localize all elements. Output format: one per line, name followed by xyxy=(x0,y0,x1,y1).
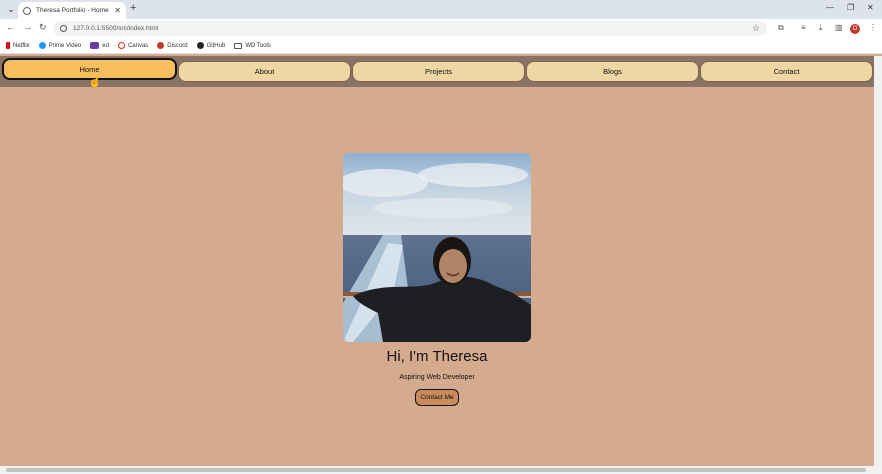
nav-projects[interactable]: Projects xyxy=(352,61,525,82)
profile-photo xyxy=(343,153,531,342)
back-arrow-icon[interactable]: ← xyxy=(6,22,15,32)
bookmark-star-icon[interactable]: ☆ xyxy=(752,23,760,34)
media-controls-icon[interactable]: ≡ xyxy=(801,23,806,32)
profile-photo-illustration xyxy=(343,153,531,342)
nav-contact[interactable]: Contact xyxy=(700,61,873,82)
bookmark-ed[interactable]: ed xyxy=(90,42,109,49)
close-window-icon[interactable]: ✕ xyxy=(867,3,874,12)
side-panel-icon[interactable]: ▥ xyxy=(835,23,843,32)
bookmark-label: GitHub xyxy=(206,42,226,49)
tab-close-icon[interactable]: ✕ xyxy=(114,6,121,15)
tab-search-chevron-icon[interactable]: ⌄ xyxy=(4,3,18,16)
new-tab-button[interactable]: + xyxy=(130,2,136,14)
bookmark-discord[interactable]: Discord xyxy=(157,42,188,49)
horizontal-scrollbar[interactable] xyxy=(0,466,882,474)
bookmark-canvas[interactable]: Canvas xyxy=(117,42,149,49)
prime-video-icon xyxy=(38,42,46,49)
extensions-icon[interactable]: ⧉ xyxy=(778,23,784,33)
bookmark-prime-video[interactable]: Prime Video xyxy=(38,42,82,49)
bookmark-github[interactable]: GitHub xyxy=(196,42,226,49)
downloads-icon[interactable]: ⤓ xyxy=(819,23,823,33)
address-bar[interactable]: 127.0.0.1:5500/src/index.html ☆ xyxy=(53,21,767,36)
scrollbar-thumb[interactable] xyxy=(6,468,866,472)
browser-titlebar: ⌄ Theresa Portfolio - Home ✕ + — ❐ ✕ xyxy=(0,0,882,19)
forward-arrow-icon[interactable]: → xyxy=(23,22,32,32)
nav-about[interactable]: About xyxy=(178,61,351,82)
reload-icon[interactable]: ↻ xyxy=(39,22,47,33)
folder-icon xyxy=(234,42,243,49)
restore-icon[interactable]: ❐ xyxy=(847,3,854,12)
bookmark-label: Prime Video xyxy=(48,42,82,49)
browser-tab[interactable]: Theresa Portfolio - Home ✕ xyxy=(18,2,126,19)
vertical-scrollbar[interactable] xyxy=(874,56,882,466)
ed-icon xyxy=(90,42,100,49)
contact-me-button[interactable]: Contact Me xyxy=(415,389,459,406)
kebab-menu-icon[interactable]: ⋮ xyxy=(869,23,877,32)
tab-title: Theresa Portfolio - Home xyxy=(36,7,109,14)
browser-toolbar: ← → ↻ 127.0.0.1:5500/src/index.html ☆ ⧉ … xyxy=(0,19,882,38)
profile-avatar[interactable]: O xyxy=(850,24,860,34)
bookmarks-bar: Netflix Prime Video ed Canvas Discord Gi… xyxy=(0,38,882,54)
bookmark-wd-tools[interactable]: WD Tools xyxy=(234,42,271,49)
site-navbar: Home About Projects Blogs Contact xyxy=(0,56,882,87)
hand-cursor-icon: ☝ xyxy=(88,76,102,88)
bookmark-label: ed xyxy=(102,42,109,49)
hero-title: Hi, I'm Theresa xyxy=(386,348,488,365)
discord-icon xyxy=(157,42,165,49)
bookmark-netflix[interactable]: Netflix xyxy=(6,42,30,49)
bookmark-label: Canvas xyxy=(127,42,149,49)
github-icon xyxy=(196,42,204,49)
netflix-icon xyxy=(6,42,10,49)
minimize-icon[interactable]: — xyxy=(826,3,834,12)
canvas-icon xyxy=(117,42,125,49)
bookmark-label: WD Tools xyxy=(245,42,271,49)
url-text: 127.0.0.1:5500/src/index.html xyxy=(73,25,159,32)
bookmark-label: Netflix xyxy=(13,42,30,49)
bookmark-label: Discord xyxy=(167,42,188,49)
globe-icon xyxy=(23,6,31,15)
hero-subtitle: Aspiring Web Developer xyxy=(399,374,475,381)
nav-blogs[interactable]: Blogs xyxy=(526,61,699,82)
site-info-icon[interactable] xyxy=(60,25,67,32)
